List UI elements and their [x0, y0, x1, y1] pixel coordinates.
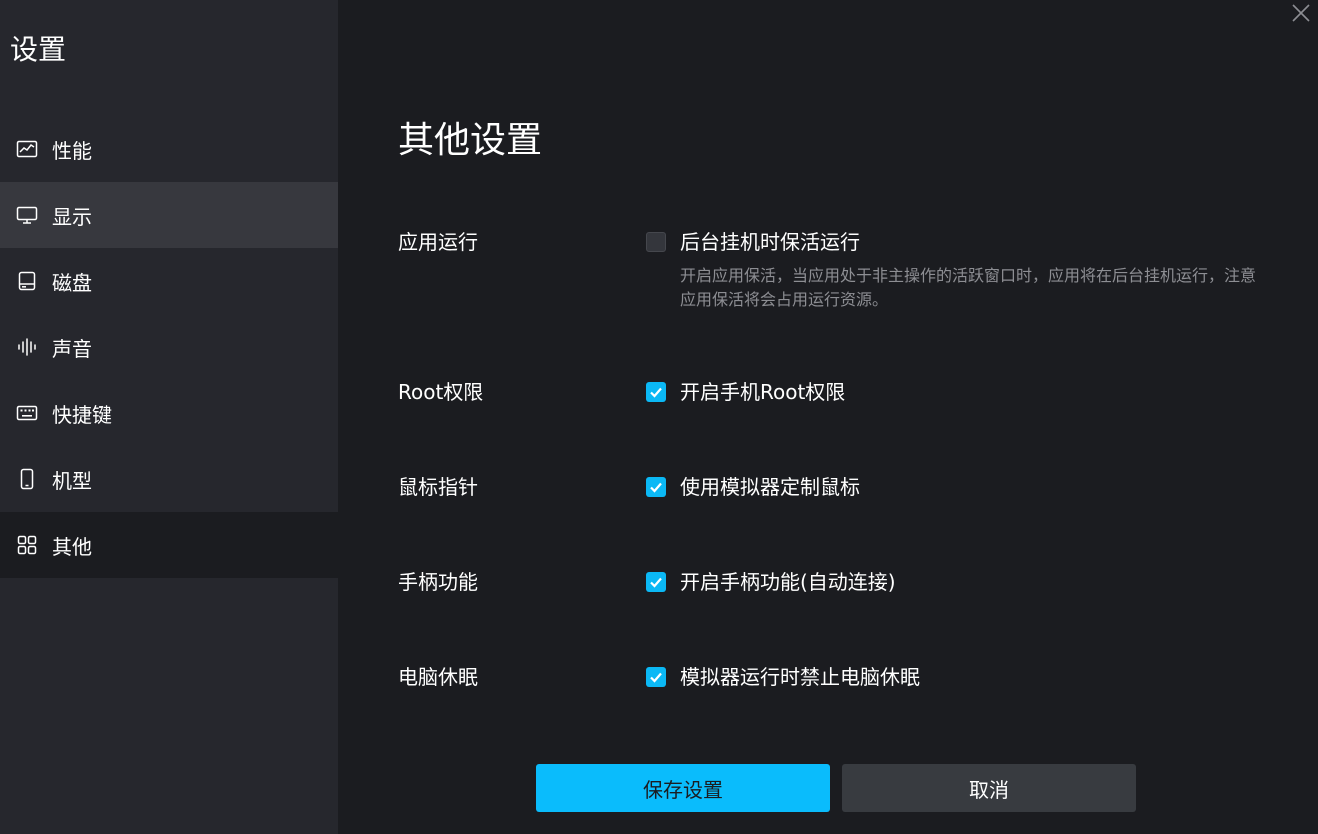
check-icon: [650, 672, 662, 683]
keyboard-icon: [16, 402, 38, 424]
sidebar-nav: 性能 显示 磁盘 声音 快捷键 机型 其他: [0, 116, 338, 578]
check-icon: [650, 482, 662, 493]
sidebar-item-label: 机型: [52, 468, 92, 493]
gamepad-checkbox-option[interactable]: 开启手柄功能(自动连接): [646, 568, 896, 596]
page-title: 其他设置: [398, 120, 543, 161]
main-panel: 其他设置 应用运行 后台挂机时保活运行 开启应用保活，当应用处于非主操作的活跃窗…: [338, 0, 1318, 834]
setting-label: Root权限: [398, 380, 484, 404]
option-label: 使用模拟器定制鼠标: [680, 475, 860, 499]
sidebar-item-label: 磁盘: [52, 270, 92, 295]
option-label: 开启手柄功能(自动连接): [680, 570, 896, 594]
mouse-checkbox-option[interactable]: 使用模拟器定制鼠标: [646, 473, 860, 501]
sidebar-item-label: 性能: [52, 138, 92, 163]
checkbox-unchecked[interactable]: [646, 232, 666, 252]
sidebar-item-display[interactable]: 显示: [0, 182, 338, 248]
sidebar-item-label: 快捷键: [52, 402, 112, 427]
sidebar: 设置 性能 显示 磁盘 声音 快捷键 机型 其他: [0, 0, 338, 834]
option-label: 模拟器运行时禁止电脑休眠: [680, 665, 920, 689]
sidebar-item-disk[interactable]: 磁盘: [0, 248, 338, 314]
setting-label: 鼠标指针: [398, 475, 478, 499]
sidebar-item-model[interactable]: 机型: [0, 446, 338, 512]
sidebar-item-sound[interactable]: 声音: [0, 314, 338, 380]
check-icon: [650, 387, 662, 398]
app-title: 设置: [10, 33, 67, 66]
root-checkbox-option[interactable]: 开启手机Root权限: [646, 378, 845, 406]
option-label: 后台挂机时保活运行: [680, 230, 860, 254]
check-icon: [650, 577, 662, 588]
save-button[interactable]: 保存设置: [536, 764, 830, 812]
setting-label: 手柄功能: [398, 570, 478, 594]
keep-alive-checkbox-option[interactable]: 后台挂机时保活运行 开启应用保活，当应用处于非主操作的活跃窗口时，应用将在后台挂…: [646, 228, 1260, 312]
sidebar-item-shortcuts[interactable]: 快捷键: [0, 380, 338, 446]
sound-wave-icon: [16, 336, 38, 358]
checkbox-checked[interactable]: [646, 477, 666, 497]
phone-icon: [16, 468, 38, 490]
checkbox-checked[interactable]: [646, 667, 666, 687]
monitor-icon: [16, 204, 38, 226]
sidebar-item-label: 显示: [52, 204, 92, 229]
checkbox-checked[interactable]: [646, 382, 666, 402]
sidebar-item-performance[interactable]: 性能: [0, 116, 338, 182]
sidebar-item-label: 声音: [52, 336, 92, 361]
setting-label: 应用运行: [398, 230, 478, 254]
setting-label: 电脑休眠: [398, 665, 478, 689]
disk-icon: [16, 270, 38, 292]
cancel-button[interactable]: 取消: [842, 764, 1136, 812]
checkbox-checked[interactable]: [646, 572, 666, 592]
sidebar-item-other[interactable]: 其他: [0, 512, 338, 578]
option-label: 开启手机Root权限: [680, 380, 846, 404]
chart-icon: [16, 138, 38, 160]
option-description: 开启应用保活，当应用处于非主操作的活跃窗口时，应用将在后台挂机运行，注意应用保活…: [680, 266, 1257, 309]
grid-icon: [16, 534, 38, 556]
sleep-checkbox-option[interactable]: 模拟器运行时禁止电脑休眠: [646, 663, 920, 691]
sidebar-item-label: 其他: [52, 534, 92, 559]
